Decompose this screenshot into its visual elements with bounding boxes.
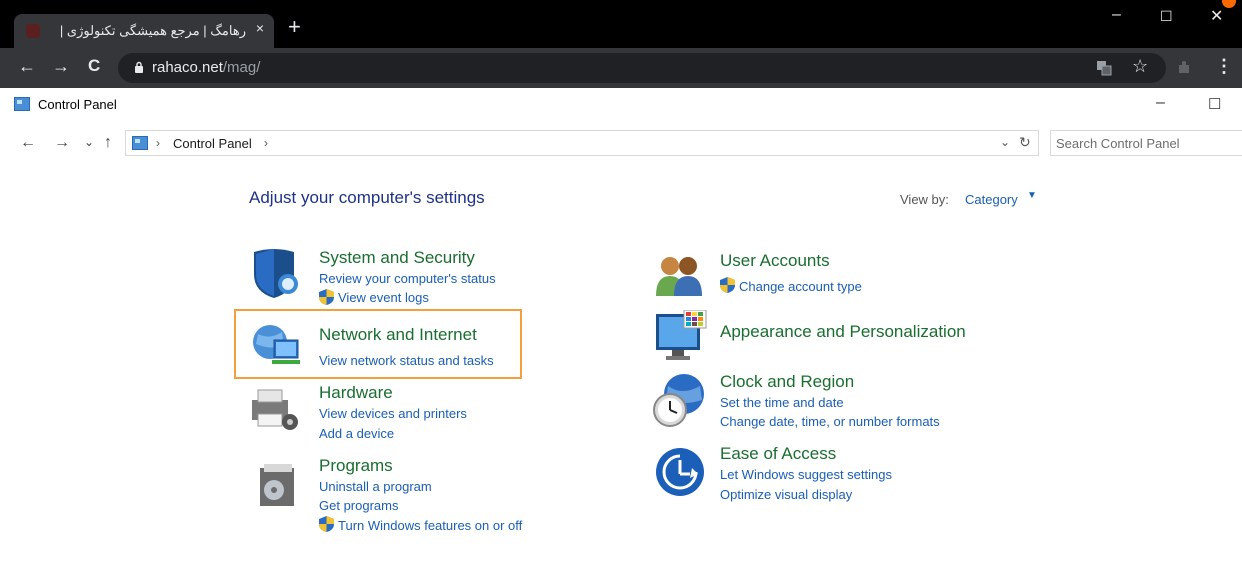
url-text: rahaco.net/mag/	[152, 59, 260, 76]
link-change-date-formats[interactable]: Change date, time, or number formats	[720, 414, 940, 429]
browser-minimize-button[interactable]: –	[1112, 6, 1121, 24]
category-ease-of-access[interactable]: Ease of Access	[720, 444, 836, 464]
view-by-caret-icon[interactable]: ▼	[1027, 190, 1037, 201]
clock-region-globe-icon[interactable]	[652, 372, 708, 428]
refresh-icon[interactable]: ↻	[1019, 134, 1031, 151]
system-security-shield-icon[interactable]	[250, 246, 300, 300]
control-panel-icon	[14, 97, 30, 111]
browser-forward-button[interactable]: →	[52, 56, 70, 77]
browser-tabstrip: رهامگ | مرجع همیشگی تکنولوژی | × + – ☐ ✕	[0, 0, 1242, 48]
link-view-network-status[interactable]: View network status and tasks	[319, 353, 494, 368]
uac-shield-icon	[319, 289, 334, 305]
window-titlebar: Control Panel – ☐	[0, 88, 1242, 122]
category-user-accounts[interactable]: User Accounts	[720, 251, 830, 271]
browser-reload-button[interactable]: C	[88, 56, 100, 76]
link-change-account-type[interactable]: Change account type	[739, 279, 862, 294]
search-input[interactable]	[1056, 134, 1236, 152]
link-optimize-visual-display[interactable]: Optimize visual display	[720, 487, 852, 502]
new-tab-button[interactable]: +	[288, 16, 301, 38]
link-view-event-logs[interactable]: View event logs	[338, 290, 429, 305]
link-uninstall-program[interactable]: Uninstall a program	[319, 479, 432, 494]
browser-close-button[interactable]: ✕	[1210, 6, 1223, 26]
network-globe-icon[interactable]	[250, 320, 302, 370]
user-accounts-icon[interactable]	[654, 252, 706, 298]
browser-maximize-button[interactable]: ☐	[1160, 8, 1173, 25]
category-system-and-security[interactable]: System and Security	[319, 248, 475, 268]
link-turn-windows-features[interactable]: Turn Windows features on or off	[338, 518, 522, 533]
url-host: rahaco.net	[152, 59, 223, 76]
url-path: /mag/	[222, 59, 261, 76]
uac-shield-icon	[319, 516, 334, 532]
browser-tab[interactable]: رهامگ | مرجع همیشگی تکنولوژی | ×	[14, 14, 274, 48]
view-by-dropdown[interactable]: Category	[965, 192, 1018, 207]
category-hardware[interactable]: Hardware	[319, 383, 393, 403]
appearance-monitor-icon[interactable]	[654, 310, 710, 364]
programs-disc-box-icon[interactable]	[256, 460, 298, 510]
link-get-programs[interactable]: Get programs	[319, 498, 398, 513]
link-review-computer-status[interactable]: Review your computer's status	[319, 271, 496, 286]
explorer-address-row: ← → ⌄ ↑ › Control Panel › ⌄ ↻	[0, 122, 1242, 162]
corner-decoration	[1222, 0, 1236, 8]
printer-hardware-icon[interactable]	[248, 384, 300, 436]
explorer-back-button[interactable]: ←	[20, 134, 36, 152]
bookmark-star-icon[interactable]: ☆	[1132, 56, 1148, 77]
category-clock-and-region[interactable]: Clock and Region	[720, 372, 854, 392]
page-title: Adjust your computer's settings	[249, 188, 485, 207]
breadcrumb-separator-icon[interactable]: ›	[264, 136, 268, 150]
breadcrumb[interactable]: › Control Panel › ⌄ ↻	[125, 130, 1039, 156]
browser-menu-button[interactable]: ⋮	[1215, 56, 1233, 77]
uac-shield-icon	[720, 277, 735, 293]
category-appearance-and-personalization[interactable]: Appearance and Personalization	[720, 322, 966, 342]
link-view-devices-printers[interactable]: View devices and printers	[319, 406, 467, 421]
recent-locations-chevron-down-icon[interactable]: ⌄	[84, 135, 94, 149]
ease-of-access-icon[interactable]	[654, 446, 706, 498]
tab-title: رهامگ | مرجع همیشگی تکنولوژی |	[59, 23, 246, 38]
link-set-time-date[interactable]: Set the time and date	[720, 395, 844, 410]
link-windows-suggest-settings[interactable]: Let Windows suggest settings	[720, 467, 892, 482]
site-favicon-icon	[26, 24, 40, 38]
category-network-and-internet[interactable]: Network and Internet	[319, 325, 477, 345]
control-panel-icon	[132, 136, 148, 150]
window-maximize-button[interactable]: ☐	[1208, 95, 1221, 113]
translate-icon[interactable]	[1096, 60, 1112, 76]
address-bar[interactable]: rahaco.net/mag/	[118, 53, 1166, 83]
link-add-device[interactable]: Add a device	[319, 426, 394, 441]
window-title: Control Panel	[38, 97, 117, 112]
up-level-button[interactable]: ↑	[104, 134, 112, 152]
tab-close-button[interactable]: ×	[256, 20, 264, 36]
search-box[interactable]	[1050, 130, 1242, 156]
browser-toolbar: ← → C rahaco.net/mag/ ☆ ⋮	[0, 48, 1242, 88]
breadcrumb-item-control-panel[interactable]: Control Panel	[173, 136, 252, 151]
browser-back-button[interactable]: ←	[18, 56, 36, 77]
lock-icon	[135, 61, 143, 73]
breadcrumb-separator-icon: ›	[156, 136, 160, 150]
address-dropdown-chevron-down-icon[interactable]: ⌄	[1000, 135, 1010, 149]
extension-icon[interactable]	[1176, 60, 1192, 76]
explorer-forward-button[interactable]: →	[54, 134, 70, 152]
category-programs[interactable]: Programs	[319, 456, 393, 476]
window-minimize-button[interactable]: –	[1156, 94, 1165, 112]
view-by-label: View by:	[900, 192, 949, 207]
